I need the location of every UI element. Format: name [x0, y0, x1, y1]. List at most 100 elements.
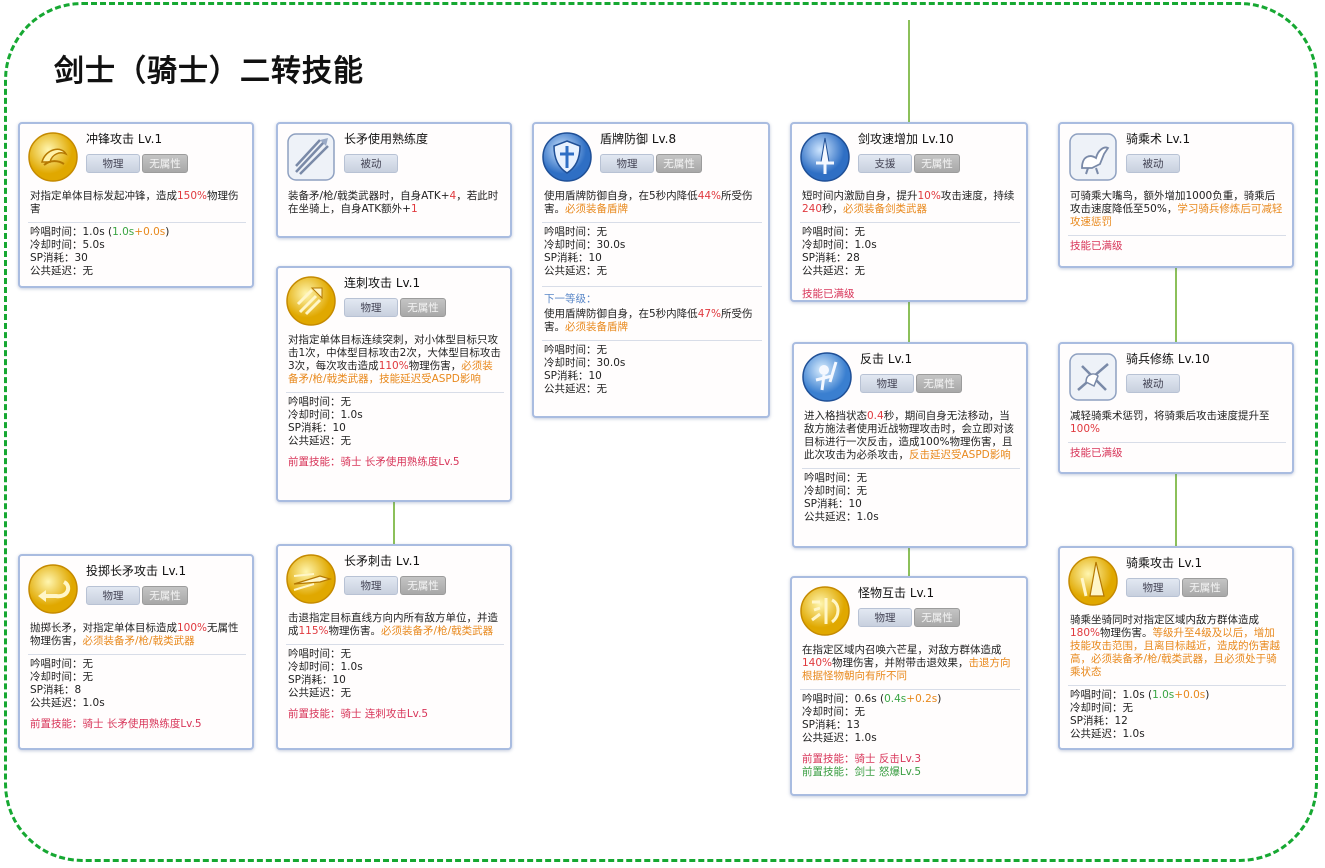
divider — [1068, 235, 1286, 236]
cooldown: 冷却时间：30.0s — [544, 239, 626, 251]
tag-no-element: 无属性 — [916, 374, 962, 393]
skill-description: 可骑乘大嘴鸟，额外增加1000负重，骑乘后攻击速度降低至50%，学习骑兵修炼后可… — [1070, 190, 1283, 228]
tag-passive: 被动 — [1126, 374, 1180, 393]
skill-description: 在指定区域内召唤六芒星，对敌方群体造成140%物理伤害，并附带击退效果，击退方向… — [802, 644, 1011, 682]
next-level-label: 下一等级： — [544, 293, 597, 305]
cooldown: 冷却时间：5.0s — [30, 239, 105, 251]
tag-physical: 物理 — [344, 576, 398, 595]
skill-description: 使用盾牌防御自身，在5秒内降低44%所受伤害。必须装备盾牌 — [544, 190, 753, 215]
skill-card-spear-throw[interactable]: 投掷长矛攻击 Lv.1 物理 无属性 抛掷长矛，对指定单体目标造成100%无属性物… — [18, 554, 254, 750]
tag-no-element: 无属性 — [142, 154, 188, 173]
tag-no-element: 无属性 — [656, 154, 702, 173]
skill-card-cavalier[interactable]: 骑兵修练 Lv.10 被动 减轻骑乘术惩罚，将骑乘后攻击速度提升至100% 技能… — [1058, 342, 1294, 474]
tag-no-element: 无属性 — [142, 586, 188, 605]
connector-line — [908, 300, 910, 344]
global-delay: 公共延迟：无 — [802, 265, 865, 277]
skill-card-riding[interactable]: 骑乘术 Lv.1 被动 可骑乘大嘴鸟，额外增加1000负重，骑乘后攻击速度降低至… — [1058, 122, 1294, 268]
cooldown: 冷却时间：无 — [804, 485, 867, 497]
page-title: 剑士（骑士）二转技能 — [54, 54, 364, 89]
skill-description: 对指定单体目标发起冲锋，造成150%物理伤害 — [30, 190, 239, 215]
riding-attack-icon — [1068, 556, 1118, 606]
skill-name: 长矛刺击 Lv.1 — [344, 554, 421, 568]
connector-line — [1175, 268, 1177, 342]
sp-cost: SP消耗：8 — [30, 684, 82, 696]
divider — [802, 468, 1020, 469]
tag-passive: 被动 — [1126, 154, 1180, 173]
global-delay: 公共延迟：无 — [288, 687, 351, 699]
global-delay: 公共延迟：无 — [544, 265, 607, 277]
skill-name: 剑攻速增加 Lv.10 — [858, 132, 954, 146]
cast-time: 吟唱时间：无 — [288, 396, 351, 408]
tag-physical: 物理 — [1126, 578, 1180, 597]
spear-mastery-icon — [286, 132, 336, 182]
riding-icon — [1068, 132, 1118, 182]
divider — [542, 340, 762, 341]
pierce-icon — [286, 276, 336, 326]
cooldown: 冷却时间：1.0s — [288, 409, 363, 421]
skill-name: 反击 Lv.1 — [860, 352, 913, 366]
divider — [800, 222, 1020, 223]
tag-support: 支援 — [858, 154, 912, 173]
global-delay: 公共延迟：无 — [30, 265, 93, 277]
divider — [286, 644, 504, 645]
skill-description: 短时间内激励自身，提升10%攻击速度，持续240秒，必须装备剑类武器 — [802, 190, 1015, 215]
global-delay: 公共延迟：1.0s — [1070, 728, 1145, 740]
skill-card-brandish[interactable]: 怪物互击 Lv.1 物理 无属性 在指定区域内召唤六芒星，对敌方群体造成140%物… — [790, 576, 1028, 796]
cooldown: 冷却时间：1.0s — [802, 239, 877, 251]
skill-description: 击退指定目标直线方向内所有敌方单位，并造成115%物理伤害。必须装备矛/枪/戟类… — [288, 612, 498, 637]
next-sp-cost: SP消耗：10 — [544, 370, 602, 382]
shield-icon — [542, 132, 592, 182]
max-level-notice: 技能已满级 — [1070, 447, 1123, 459]
cooldown: 冷却时间：无 — [1070, 702, 1133, 714]
divider — [542, 222, 762, 223]
tag-physical: 物理 — [600, 154, 654, 173]
cast-time: 吟唱时间：1.0s (1.0s+0.0s) — [30, 226, 170, 238]
skill-description: 进入格挡状态0.4秒，期间自身无法移动，当敌方施法者使用近战物理攻击时，会立即对… — [804, 410, 1014, 461]
divider — [28, 654, 246, 655]
tag-physical: 物理 — [86, 154, 140, 173]
skill-card-sword-quicken[interactable]: 剑攻速增加 Lv.10 支援 无属性 短时间内激励自身，提升10%攻击速度，持续2… — [790, 122, 1028, 302]
skill-name: 连刺攻击 Lv.1 — [344, 276, 421, 290]
brandish-icon — [800, 586, 850, 636]
charge-icon — [28, 132, 78, 182]
next-cast-time: 吟唱时间：无 — [544, 344, 607, 356]
skill-name: 盾牌防御 Lv.8 — [600, 132, 677, 146]
skill-name: 冲锋攻击 Lv.1 — [86, 132, 163, 146]
tag-physical: 物理 — [86, 586, 140, 605]
skill-name: 骑乘术 Lv.1 — [1126, 132, 1191, 146]
skill-name: 骑兵修练 Lv.10 — [1126, 352, 1210, 366]
counter-icon — [802, 352, 852, 402]
skill-card-counter[interactable]: 反击 Lv.1 物理 无属性 进入格挡状态0.4秒，期间自身无法移动，当敌方施法者… — [792, 342, 1028, 548]
connector-line — [1175, 474, 1177, 548]
skill-card-charge[interactable]: 冲锋攻击 Lv.1 物理 无属性 对指定单体目标发起冲锋，造成150%物理伤害 吟… — [18, 122, 254, 288]
skill-name: 骑乘攻击 Lv.1 — [1126, 556, 1203, 570]
next-cooldown: 冷却时间：30.0s — [544, 357, 626, 369]
skill-card-pierce[interactable]: 连刺攻击 Lv.1 物理 无属性 对指定单体目标连续突刺，对小体型目标只攻击1次，… — [276, 266, 512, 502]
divider — [28, 222, 246, 223]
cast-time: 吟唱时间：1.0s (1.0s+0.0s) — [1070, 689, 1210, 701]
cast-time: 吟唱时间：0.6s (0.4s+0.2s) — [802, 693, 942, 705]
skill-card-spear-stab[interactable]: 长矛刺击 Lv.1 物理 无属性 击退指定目标直线方向内所有敌方单位，并造成115… — [276, 544, 512, 750]
cavalier-icon — [1068, 352, 1118, 402]
prerequisite: 前置技能：骑士 长矛使用熟练度Lv.5 — [288, 456, 460, 468]
skill-card-spear-mastery[interactable]: 长矛使用熟练度 被动 装备矛/枪/戟类武器时，自身ATK+4，若此时在坐骑上，自… — [276, 122, 512, 238]
prerequisite-2: 前置技能：剑士 怒爆Lv.5 — [802, 766, 922, 778]
sword-quicken-icon — [800, 132, 850, 182]
skill-description: 装备矛/枪/戟类武器时，自身ATK+4，若此时在坐骑上，自身ATK额外+1 — [288, 190, 499, 215]
next-level-description: 使用盾牌防御自身，在5秒内降低47%所受伤害。必须装备盾牌 — [544, 308, 753, 333]
sp-cost: SP消耗：10 — [544, 252, 602, 264]
spear-stab-icon — [286, 554, 336, 604]
tag-passive: 被动 — [344, 154, 398, 173]
tag-no-element: 无属性 — [400, 298, 446, 317]
tag-physical: 物理 — [858, 608, 912, 627]
sp-cost: SP消耗：28 — [802, 252, 860, 264]
spear-throw-icon — [28, 564, 78, 614]
connector-line — [908, 546, 910, 578]
skill-card-riding-attack[interactable]: 骑乘攻击 Lv.1 物理 无属性 骑乘坐骑同时对指定区域内敌方群体造成180%物理… — [1058, 546, 1294, 750]
skill-description: 抛掷长矛，对指定单体目标造成100%无属性物理伤害，必须装备矛/枪/戟类武器 — [30, 622, 239, 647]
cooldown: 冷却时间：无 — [30, 671, 93, 683]
tag-no-element: 无属性 — [914, 608, 960, 627]
divider — [286, 392, 504, 393]
divider — [1068, 442, 1286, 443]
skill-card-shield[interactable]: 盾牌防御 Lv.8 物理 无属性 使用盾牌防御自身，在5秒内降低44%所受伤害。必… — [532, 122, 770, 418]
